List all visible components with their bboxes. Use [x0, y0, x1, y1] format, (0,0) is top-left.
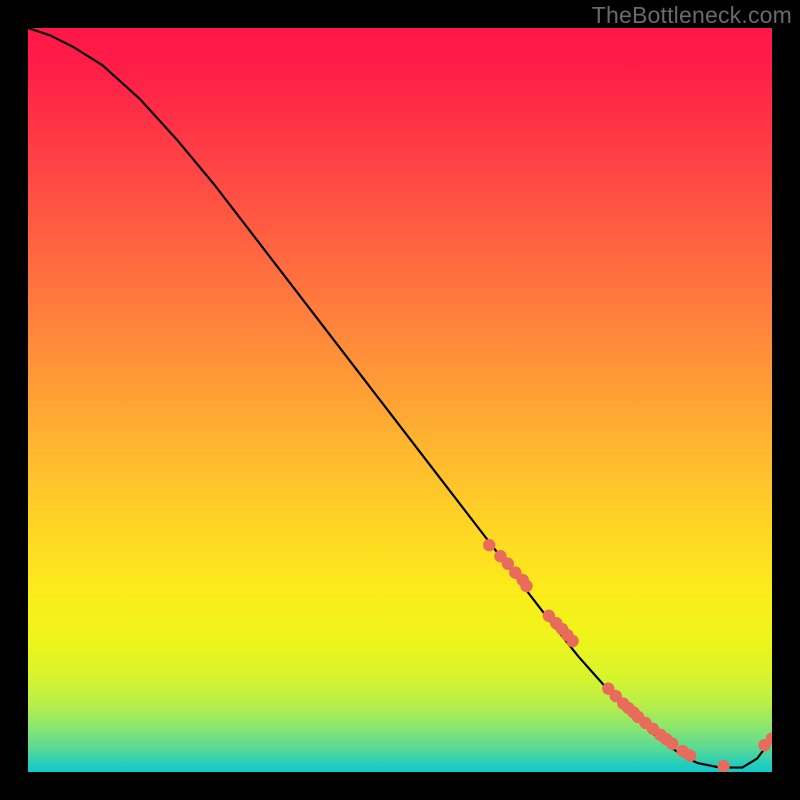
scatter-dot [717, 760, 729, 772]
scatter-dot [520, 580, 532, 592]
curve-line [28, 28, 772, 768]
scatter-dot [483, 539, 495, 551]
plot-area [28, 28, 772, 772]
watermark-text: TheBottleneck.com [592, 2, 792, 29]
chart-overlay [28, 28, 772, 772]
chart-frame: TheBottleneck.com [0, 0, 800, 800]
scatter-dot [684, 749, 696, 761]
scatter-dots [483, 539, 772, 772]
scatter-dot [566, 635, 578, 647]
scatter-dot [666, 738, 678, 750]
